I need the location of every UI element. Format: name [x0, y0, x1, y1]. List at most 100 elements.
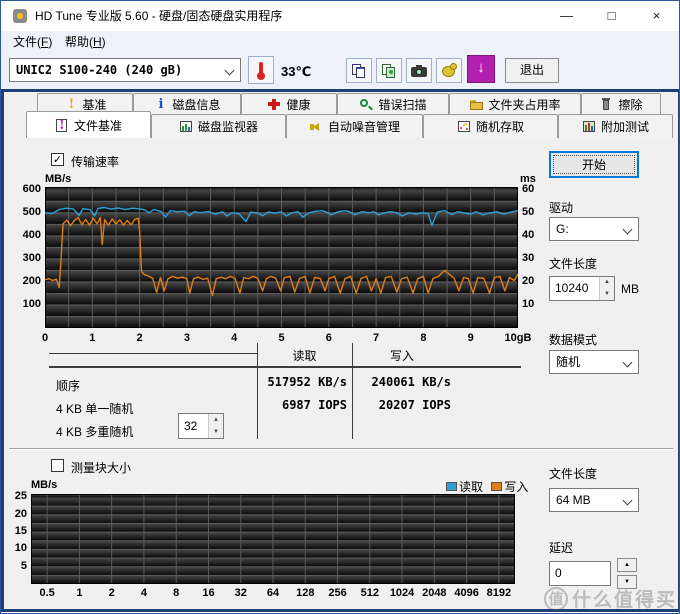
app-icon: [13, 9, 27, 23]
chevron-down-icon: [225, 66, 235, 76]
exit-button[interactable]: 退出: [505, 58, 559, 83]
read-legend-swatch: [446, 482, 457, 491]
copy-text-button[interactable]: [346, 58, 372, 83]
tab-file-benchmark[interactable]: ! 文件基准: [26, 111, 151, 138]
row-4k-single-label: 4 KB 单一随机: [56, 400, 133, 417]
delay-spin-up-button[interactable]: ▲: [617, 558, 637, 572]
chart2-legend: 读取 写入: [446, 478, 528, 495]
chart1-yunit-right: ms: [520, 173, 536, 185]
file-length2-combo[interactable]: 64 MB: [549, 488, 639, 512]
write-legend-swatch: [491, 482, 502, 491]
copy-text-icon: [352, 64, 366, 77]
save-results-button[interactable]: ↓: [467, 55, 495, 83]
bar-chart-icon: [179, 120, 193, 133]
scatter-icon: [457, 120, 471, 133]
drive-label: 驱动: [549, 199, 573, 216]
chart2-yunit: MB/s: [31, 479, 57, 491]
tab-erase[interactable]: 擦除: [581, 93, 661, 115]
chevron-down-icon: [623, 225, 633, 235]
magnifier-icon: [359, 98, 373, 111]
health-cross-icon: [267, 98, 281, 111]
file-length-label: 文件长度: [549, 255, 597, 272]
table-line-left: [49, 353, 257, 354]
chevron-down-icon: [623, 496, 633, 506]
4k-single-write-value: 20207 IOPS: [341, 398, 451, 412]
file-length2-label: 文件长度: [549, 465, 597, 482]
download-arrow-icon: ↓: [468, 59, 494, 76]
pet-icon: [441, 63, 455, 76]
checkmark-icon: ✓: [53, 154, 62, 166]
tab-extra-tests[interactable]: 附加测试: [558, 114, 673, 138]
drive-combo[interactable]: G:: [549, 217, 639, 241]
block-size-chart: [31, 494, 515, 584]
transfer-rate-checkbox[interactable]: ✓: [51, 153, 64, 166]
tab-health[interactable]: 健康: [241, 93, 337, 115]
tab-disk-monitor[interactable]: 磁盘监视器: [151, 114, 286, 138]
table-header-line: [49, 366, 521, 368]
speaker-icon: [309, 120, 323, 133]
info-icon: i: [153, 98, 167, 111]
menu-help[interactable]: 帮助(H): [59, 31, 112, 53]
chevron-down-icon: [623, 358, 633, 368]
section-separator-highlight: [9, 449, 673, 450]
table-vline-2: [352, 343, 353, 439]
copy-image-button[interactable]: [376, 58, 402, 83]
row-4k-multi-label: 4 KB 多重随机: [56, 423, 133, 440]
watermark-text: 什么值得买: [572, 585, 677, 612]
block-size-label: 测量块大小: [71, 459, 131, 476]
tab-random-access[interactable]: 随机存取: [423, 114, 558, 138]
file-length-unit: MB: [621, 282, 639, 296]
data-pattern-label: 数据模式: [549, 331, 597, 348]
window-title: HD Tune 专业版 5.60 - 硬盘/固态硬盘实用程序: [35, 1, 282, 31]
tab-error-scan[interactable]: 错误扫描: [337, 93, 449, 115]
sequential-write-value: 240061 KB/s: [341, 375, 451, 389]
temperature-button[interactable]: [248, 56, 274, 84]
read-legend-label: 读取: [459, 480, 483, 494]
smzdm-watermark: 值 什么值得买: [544, 585, 677, 612]
write-legend-label: 写入: [504, 480, 528, 494]
benchmark-icon: !: [63, 98, 77, 111]
hd-tune-window: HD Tune 专业版 5.60 - 硬盘/固态硬盘实用程序 — □ × 文件(…: [0, 0, 680, 614]
4k-single-read-value: 6987 IOPS: [231, 398, 347, 412]
write-column-header: 写入: [352, 347, 452, 364]
file-length-spinner[interactable]: 10240 ▲▼: [549, 276, 615, 301]
file-benchmark-icon: !: [55, 119, 69, 132]
menu-file[interactable]: 文件(F): [7, 31, 58, 53]
watermark-badge: 值: [544, 587, 568, 611]
minimize-button[interactable]: —: [544, 1, 589, 31]
drive-select[interactable]: UNIC2 S100-240 (240 gB): [9, 58, 241, 82]
temperature-value: 33℃: [281, 64, 311, 80]
chart1-yunit-left: MB/s: [45, 173, 71, 185]
block-size-checkbox[interactable]: [51, 459, 64, 472]
extra-tests-icon: [582, 120, 596, 133]
toolbar: UNIC2 S100-240 (240 gB) 33℃: [1, 53, 680, 89]
spin-up-icon[interactable]: ▲: [600, 277, 614, 289]
folder-icon: [469, 98, 483, 111]
row-sequential-label: 顺序: [56, 377, 80, 394]
aam-pet-button[interactable]: [436, 58, 462, 83]
camera-icon: [411, 65, 425, 78]
tab-aam[interactable]: 自动噪音管理: [286, 114, 423, 138]
screenshot-button[interactable]: [406, 58, 432, 83]
queue-depth-spinner[interactable]: 32 ▲▼: [178, 413, 224, 439]
start-button[interactable]: 开始: [549, 151, 639, 178]
table-vline-1: [257, 343, 258, 439]
data-pattern-combo[interactable]: 随机: [549, 350, 639, 374]
maximize-button[interactable]: □: [589, 1, 634, 31]
spin-down-icon[interactable]: ▼: [209, 426, 223, 438]
transfer-rate-chart: [45, 187, 518, 328]
sequential-read-value: 517952 KB/s: [231, 375, 347, 389]
spin-down-icon[interactable]: ▼: [600, 289, 614, 301]
delay-input[interactable]: 0: [549, 561, 611, 586]
close-button[interactable]: ×: [634, 1, 679, 31]
trash-icon: [599, 98, 613, 111]
tab-folder-usage[interactable]: 文件夹占用率: [449, 93, 581, 115]
menu-bar: 文件(F) 帮助(H): [1, 31, 680, 53]
copy-image-icon: [382, 64, 396, 77]
thermometer-icon: [255, 62, 269, 75]
transfer-rate-label: 传输速率: [71, 153, 119, 170]
delay-label: 延迟: [549, 539, 573, 556]
spin-up-icon[interactable]: ▲: [209, 414, 223, 426]
read-column-header: 读取: [257, 347, 352, 364]
title-bar: HD Tune 专业版 5.60 - 硬盘/固态硬盘实用程序 — □ ×: [1, 1, 680, 31]
